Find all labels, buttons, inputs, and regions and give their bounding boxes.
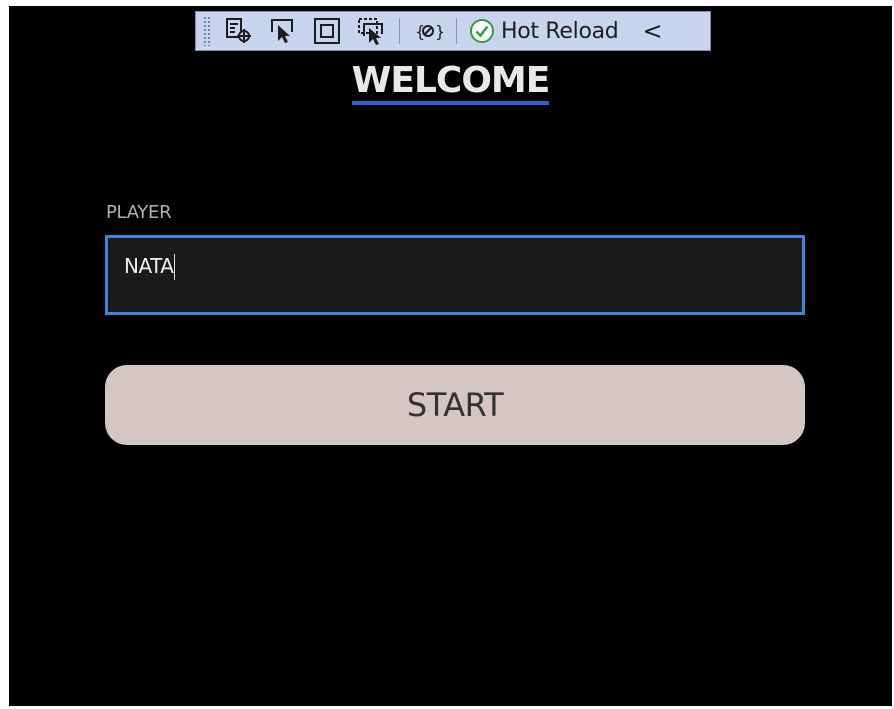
check-circle-icon (470, 19, 494, 43)
toolbar-separator (456, 18, 457, 44)
toolbar-grip-handle[interactable] (203, 16, 211, 46)
binding-failures-icon: { } (415, 22, 443, 41)
binding-failures-button[interactable]: { } (412, 15, 444, 47)
player-name-value: NATA (124, 254, 174, 278)
player-name-input[interactable]: NATA (105, 235, 805, 315)
live-visual-tree-button[interactable] (223, 15, 255, 47)
text-caret (174, 254, 176, 280)
live-visual-tree-icon (226, 18, 251, 43)
collapse-toolbar-chevron-icon[interactable]: < (642, 19, 662, 43)
display-layout-adorners-icon (314, 18, 340, 44)
track-focused-element-icon (358, 18, 383, 45)
svg-text:}: } (435, 22, 443, 41)
hot-reload-label: Hot Reload (501, 18, 619, 44)
select-element-button[interactable] (267, 15, 299, 47)
toolbar-separator (399, 18, 400, 44)
page-title-container: WELCOME (9, 60, 892, 105)
hot-reload-button[interactable]: Hot Reload (469, 15, 619, 47)
player-field-label: PLAYER (106, 202, 172, 223)
start-button[interactable]: START (105, 365, 805, 445)
page-title: WELCOME (351, 61, 550, 105)
xaml-debug-toolbar: { } Hot Reload < (195, 11, 711, 51)
app-window: { } Hot Reload < WELCOME PLAYER NATA STA… (9, 6, 892, 706)
display-layout-adorners-button[interactable] (311, 15, 343, 47)
select-element-icon (271, 19, 293, 43)
track-focused-element-button[interactable] (355, 15, 387, 47)
